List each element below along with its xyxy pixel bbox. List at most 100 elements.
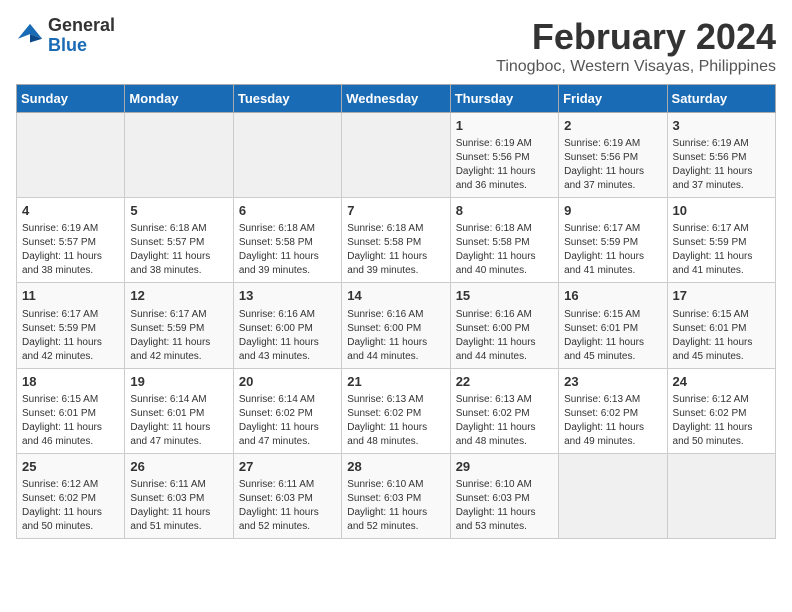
calendar-cell: 12Sunrise: 6:17 AM Sunset: 5:59 PM Dayli… [125,283,233,368]
calendar-cell: 6 Sunrise: 6:18 AM Sunset: 5:58 PM Daylig… [233,198,341,283]
calendar-cell: 17 Sunrise: 6:15 AM Sunset: 6:01 PM Dayli… [667,283,775,368]
calendar-header-row: SundayMondayTuesdayWednesdayThursdayFrid… [17,85,776,113]
day-info: Sunrise: 6:16 AM Sunset: 6:00 PM Dayligh… [456,308,553,364]
calendar-cell [17,113,125,198]
calendar-cell: 7 Sunrise: 6:18 AM Sunset: 5:58 PM Daylig… [342,198,450,283]
day-info: Sunrise: 6:19 AM Sunset: 5:56 PM Dayligh… [564,137,661,193]
day-info: Sunrise: 6:14 AM Sunset: 6:02 PM Dayligh… [239,393,336,449]
day-info: Sunrise: 6:18 AM Sunset: 5:57 PM Dayligh… [130,222,227,278]
day-number: 7 [347,202,444,220]
day-info: Sunrise: 6:19 AM Sunset: 5:57 PM Dayligh… [22,222,119,278]
calendar-cell: 24 Sunrise: 6:12 AM Sunset: 6:02 PM Dayli… [667,368,775,453]
day-info: Sunrise: 6:13 AM Sunset: 6:02 PM Dayligh… [564,393,661,449]
day-number: 19 [130,373,227,391]
calendar-cell: 4 Sunrise: 6:19 AM Sunset: 5:57 PM Daylig… [17,198,125,283]
calendar-cell [125,113,233,198]
calendar-cell: 20 Sunrise: 6:14 AM Sunset: 6:02 PM Dayli… [233,368,341,453]
calendar-cell: 18 Sunrise: 6:15 AM Sunset: 6:01 PM Dayli… [17,368,125,453]
calendar-cell: 27Sunrise: 6:11 AM Sunset: 6:03 PM Dayli… [233,453,341,538]
calendar-cell [233,113,341,198]
logo: General Blue [16,16,115,56]
column-header-tuesday: Tuesday [233,85,341,113]
calendar-week-row: 1Sunrise: 6:19 AM Sunset: 5:56 PM Daylig… [17,113,776,198]
day-info: Sunrise: 6:19 AM Sunset: 5:56 PM Dayligh… [456,137,553,193]
day-number: 16 [564,287,661,305]
day-number: 23 [564,373,661,391]
day-info: Sunrise: 6:10 AM Sunset: 6:03 PM Dayligh… [456,478,553,534]
day-info: Sunrise: 6:16 AM Sunset: 6:00 PM Dayligh… [347,308,444,364]
day-number: 29 [456,458,553,476]
calendar-cell [667,453,775,538]
title-area: February 2024 Tinogboc, Western Visayas,… [496,16,776,76]
day-number: 18 [22,373,119,391]
calendar-cell: 10 Sunrise: 6:17 AM Sunset: 5:59 PM Dayli… [667,198,775,283]
page-title: February 2024 [496,16,776,58]
day-number: 10 [673,202,770,220]
day-info: Sunrise: 6:14 AM Sunset: 6:01 PM Dayligh… [130,393,227,449]
day-info: Sunrise: 6:17 AM Sunset: 5:59 PM Dayligh… [564,222,661,278]
day-info: Sunrise: 6:15 AM Sunset: 6:01 PM Dayligh… [22,393,119,449]
calendar-week-row: 11 Sunrise: 6:17 AM Sunset: 5:59 PM Dayli… [17,283,776,368]
calendar-cell: 23 Sunrise: 6:13 AM Sunset: 6:02 PM Dayli… [559,368,667,453]
day-info: Sunrise: 6:17 AM Sunset: 5:59 PM Dayligh… [130,308,227,364]
day-number: 28 [347,458,444,476]
calendar-cell: 14 Sunrise: 6:16 AM Sunset: 6:00 PM Dayli… [342,283,450,368]
calendar-cell: 29 Sunrise: 6:10 AM Sunset: 6:03 PM Dayli… [450,453,558,538]
calendar-cell: 15Sunrise: 6:16 AM Sunset: 6:00 PM Dayli… [450,283,558,368]
day-number: 13 [239,287,336,305]
calendar-week-row: 25Sunrise: 6:12 AM Sunset: 6:02 PM Dayli… [17,453,776,538]
calendar-week-row: 18 Sunrise: 6:15 AM Sunset: 6:01 PM Dayli… [17,368,776,453]
header: General Blue February 2024 Tinogboc, Wes… [16,16,776,76]
day-info: Sunrise: 6:13 AM Sunset: 6:02 PM Dayligh… [456,393,553,449]
calendar-cell: 8 Sunrise: 6:18 AM Sunset: 5:58 PM Daylig… [450,198,558,283]
column-header-thursday: Thursday [450,85,558,113]
calendar-cell: 5 Sunrise: 6:18 AM Sunset: 5:57 PM Daylig… [125,198,233,283]
calendar-cell: 19 Sunrise: 6:14 AM Sunset: 6:01 PM Dayli… [125,368,233,453]
day-number: 3 [673,117,770,135]
day-number: 17 [673,287,770,305]
day-info: Sunrise: 6:10 AM Sunset: 6:03 PM Dayligh… [347,478,444,534]
column-header-monday: Monday [125,85,233,113]
calendar-cell: 9 Sunrise: 6:17 AM Sunset: 5:59 PM Daylig… [559,198,667,283]
day-number: 2 [564,117,661,135]
day-number: 22 [456,373,553,391]
day-number: 4 [22,202,119,220]
day-info: Sunrise: 6:18 AM Sunset: 5:58 PM Dayligh… [239,222,336,278]
calendar-cell: 11Sunrise: 6:17 AM Sunset: 5:59 PM Dayli… [17,283,125,368]
day-info: Sunrise: 6:15 AM Sunset: 6:01 PM Dayligh… [673,308,770,364]
day-info: Sunrise: 6:16 AM Sunset: 6:00 PM Dayligh… [239,308,336,364]
day-info: Sunrise: 6:19 AM Sunset: 5:56 PM Dayligh… [673,137,770,193]
day-number: 9 [564,202,661,220]
logo-bird-icon [16,22,44,50]
day-number: 6 [239,202,336,220]
day-info: Sunrise: 6:11 AM Sunset: 6:03 PM Dayligh… [239,478,336,534]
calendar-cell: 13 Sunrise: 6:16 AM Sunset: 6:00 PM Dayli… [233,283,341,368]
calendar-cell: 26Sunrise: 6:11 AM Sunset: 6:03 PM Dayli… [125,453,233,538]
day-number: 5 [130,202,227,220]
day-info: Sunrise: 6:15 AM Sunset: 6:01 PM Dayligh… [564,308,661,364]
page-subtitle: Tinogboc, Western Visayas, Philippines [496,58,776,76]
day-number: 11 [22,287,119,305]
day-number: 14 [347,287,444,305]
calendar-cell: 21 Sunrise: 6:13 AM Sunset: 6:02 PM Dayli… [342,368,450,453]
day-number: 20 [239,373,336,391]
day-info: Sunrise: 6:17 AM Sunset: 5:59 PM Dayligh… [673,222,770,278]
calendar-week-row: 4 Sunrise: 6:19 AM Sunset: 5:57 PM Daylig… [17,198,776,283]
day-number: 8 [456,202,553,220]
logo-general-text: General [48,15,115,35]
calendar-cell: 3 Sunrise: 6:19 AM Sunset: 5:56 PM Daylig… [667,113,775,198]
day-info: Sunrise: 6:18 AM Sunset: 5:58 PM Dayligh… [347,222,444,278]
calendar-cell: 28 Sunrise: 6:10 AM Sunset: 6:03 PM Dayli… [342,453,450,538]
day-info: Sunrise: 6:12 AM Sunset: 6:02 PM Dayligh… [673,393,770,449]
calendar-cell [342,113,450,198]
day-info: Sunrise: 6:13 AM Sunset: 6:02 PM Dayligh… [347,393,444,449]
calendar-cell: 16 Sunrise: 6:15 AM Sunset: 6:01 PM Dayli… [559,283,667,368]
day-number: 25 [22,458,119,476]
day-info: Sunrise: 6:18 AM Sunset: 5:58 PM Dayligh… [456,222,553,278]
calendar-cell [559,453,667,538]
logo-blue-text: Blue [48,35,87,55]
column-header-sunday: Sunday [17,85,125,113]
day-number: 24 [673,373,770,391]
day-info: Sunrise: 6:11 AM Sunset: 6:03 PM Dayligh… [130,478,227,534]
day-number: 21 [347,373,444,391]
